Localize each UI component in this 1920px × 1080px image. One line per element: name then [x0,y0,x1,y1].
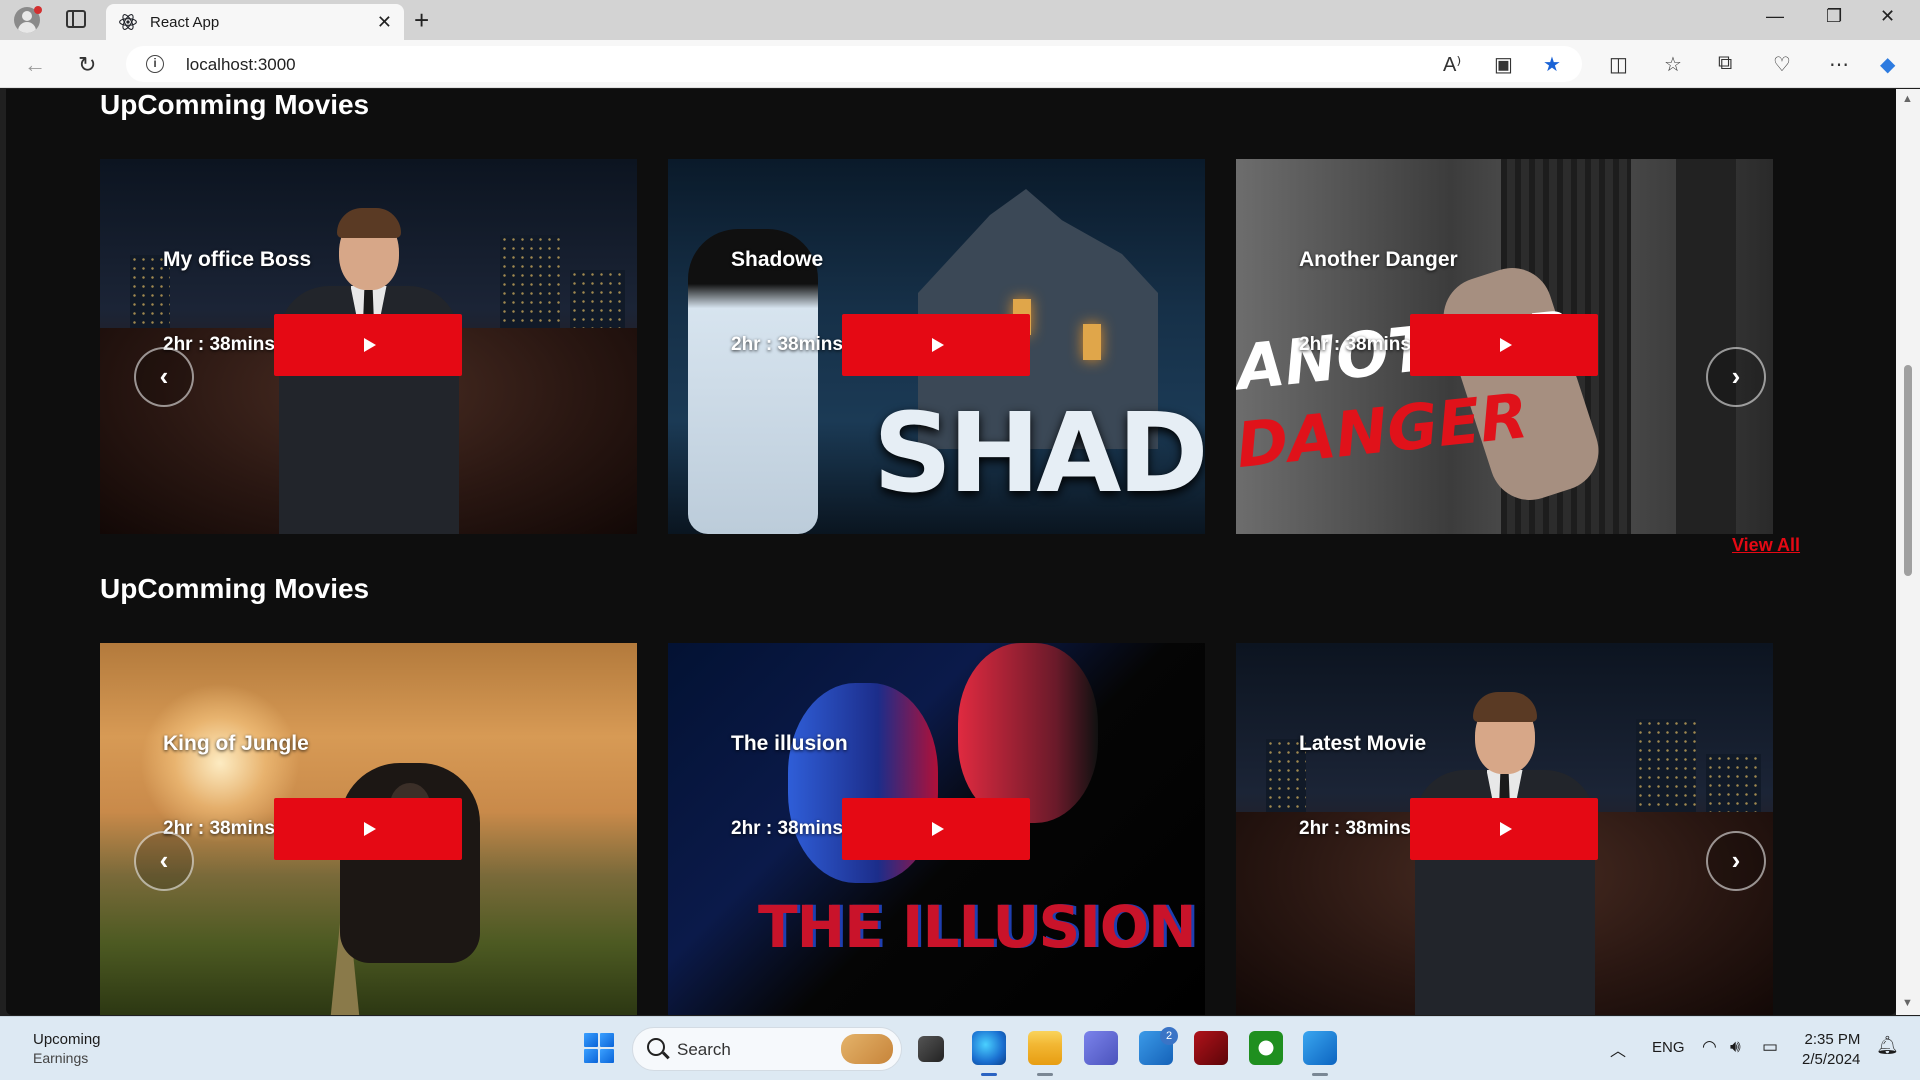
section-title: UpComming Movies [100,89,370,120]
poster-title-text: SHADOW [873,389,1205,517]
section-title: UpComming Movies [100,573,370,604]
widgets-button[interactable]: Upcoming Earnings [33,1031,101,1066]
page-scrollbar[interactable]: ▲ ▼ [1896,89,1920,1015]
xbox-icon[interactable] [1249,1031,1283,1065]
search-icon [647,1038,665,1056]
movie-duration: 2hr : 38mins [1299,334,1411,355]
back-icon[interactable]: ← [24,52,46,78]
movie-card[interactable]: My office Boss 2hr : 38mins ‹ [100,159,637,534]
address-bar: ← ↻ i localhost:3000 [0,40,1920,88]
view-all-link[interactable]: View All [1732,535,1800,556]
movie-title: Shadowe [731,248,824,271]
play-button[interactable] [1410,798,1598,860]
movie-card[interactable]: THE ILLUSION The illusion 2hr : 38mins [668,643,1205,1015]
game-app-icon[interactable] [1194,1031,1228,1065]
movie-title: Latest Movie [1299,732,1427,755]
running-app-indicator [1312,1073,1328,1076]
browser-tab[interactable]: React App ✕ [106,4,404,40]
mail-badge: 2 [1160,1027,1178,1045]
volume-icon[interactable]: 🔊︎ [1730,1037,1741,1057]
edge-browser-icon[interactable] [972,1031,1006,1065]
tab-title: React App [150,13,220,31]
play-button[interactable] [274,314,462,376]
play-button[interactable] [842,314,1030,376]
refresh-icon[interactable]: ↻ [78,52,96,78]
windows-taskbar: Upcoming Earnings Search 2 ︿ ENG ◠ 🔊︎ ▭ … [0,1016,1920,1080]
scroll-down-icon[interactable]: ▼ [1902,997,1913,1009]
immersive-reader-icon[interactable]: ▣ [1494,52,1513,77]
notification-bell-icon[interactable]: 🔔︎ [1876,1035,1899,1056]
page-content: UpComming Movies My office Boss 2hr : 38… [6,89,1896,1015]
carousel-next-button[interactable]: › [1706,831,1766,891]
minimize-icon[interactable]: — [1766,6,1784,27]
language-indicator[interactable]: ENG [1652,1039,1685,1056]
movie-duration: 2hr : 38mins [1299,818,1411,839]
window-close-icon[interactable]: ✕ [1880,6,1895,27]
movie-duration: 2hr : 38mins [731,818,843,839]
vscode-icon[interactable] [1303,1031,1337,1065]
movie-title: King of Jungle [163,732,309,755]
browser-essentials-icon[interactable]: ♡ [1773,52,1791,77]
battery-icon[interactable]: ▭ [1762,1037,1778,1057]
task-view-icon[interactable] [918,1036,944,1062]
movie-title: Another Danger [1299,248,1458,271]
windows-start-icon[interactable] [584,1033,614,1063]
clock[interactable]: 2:35 PM 2/5/2024 [1802,1030,1860,1070]
file-explorer-icon[interactable] [1028,1031,1062,1065]
play-button[interactable] [274,798,462,860]
browser-titlebar: React App ✕ + — ❐ ✕ [0,0,1920,40]
movie-card[interactable]: SHADOW Shadowe 2hr : 38mins [668,159,1205,534]
copilot-icon[interactable]: ◆ [1880,52,1895,77]
movie-duration: 2hr : 38mins [731,334,843,355]
url-field[interactable]: i localhost:3000 [126,46,1582,82]
new-tab-icon[interactable]: + [414,5,429,36]
teams-icon[interactable] [1084,1031,1118,1065]
carousel-prev-button[interactable]: ‹ [134,347,194,407]
poster-title-text: THE ILLUSION [758,893,1197,961]
widget-subtitle: Earnings [33,1050,89,1066]
movie-card[interactable]: King of Jungle 2hr : 38mins ‹ [100,643,637,1015]
read-aloud-icon[interactable]: A⁾ [1443,52,1461,77]
notification-dot [34,6,42,14]
scrollbar-thumb[interactable] [1904,365,1912,576]
split-screen-icon[interactable]: ◫ [1609,52,1628,77]
running-app-indicator [1037,1073,1053,1076]
favorite-star-icon[interactable]: ★ [1543,52,1561,77]
tab-actions-icon[interactable] [66,10,86,28]
movie-card[interactable]: ANOTHER DANGER Another Danger 2hr : 38mi… [1236,159,1773,534]
movie-title: The illusion [731,732,848,755]
scroll-up-icon[interactable]: ▲ [1902,93,1913,105]
react-logo-icon [119,14,137,30]
search-placeholder: Search [677,1040,731,1059]
play-button[interactable] [1410,314,1598,376]
tab-close-icon[interactable]: ✕ [377,12,392,33]
more-options-icon[interactable]: ⋯ [1829,52,1849,77]
favorites-icon[interactable]: ☆ [1664,52,1682,77]
play-button[interactable] [842,798,1030,860]
taskbar-search[interactable]: Search [632,1027,902,1071]
url-text: localhost:3000 [186,55,296,74]
clock-time: 2:35 PM [1804,1031,1861,1048]
movie-title: My office Boss [163,248,312,271]
clock-date: 2/5/2024 [1802,1051,1861,1068]
search-highlight-icon [841,1034,893,1064]
widget-title: Upcoming [33,1031,101,1048]
wifi-icon[interactable]: ◠ [1702,1037,1717,1057]
collections-icon[interactable]: ⧉ [1718,52,1732,75]
carousel-next-button[interactable]: › [1706,347,1766,407]
show-hidden-icons-icon[interactable]: ︿ [1610,1037,1626,1061]
site-info-icon[interactable]: i [146,55,164,73]
active-app-indicator [981,1073,997,1076]
carousel-prev-button[interactable]: ‹ [134,831,194,891]
movie-card[interactable]: Latest Movie 2hr : 38mins › [1236,643,1773,1015]
restore-icon[interactable]: ❐ [1826,6,1842,27]
